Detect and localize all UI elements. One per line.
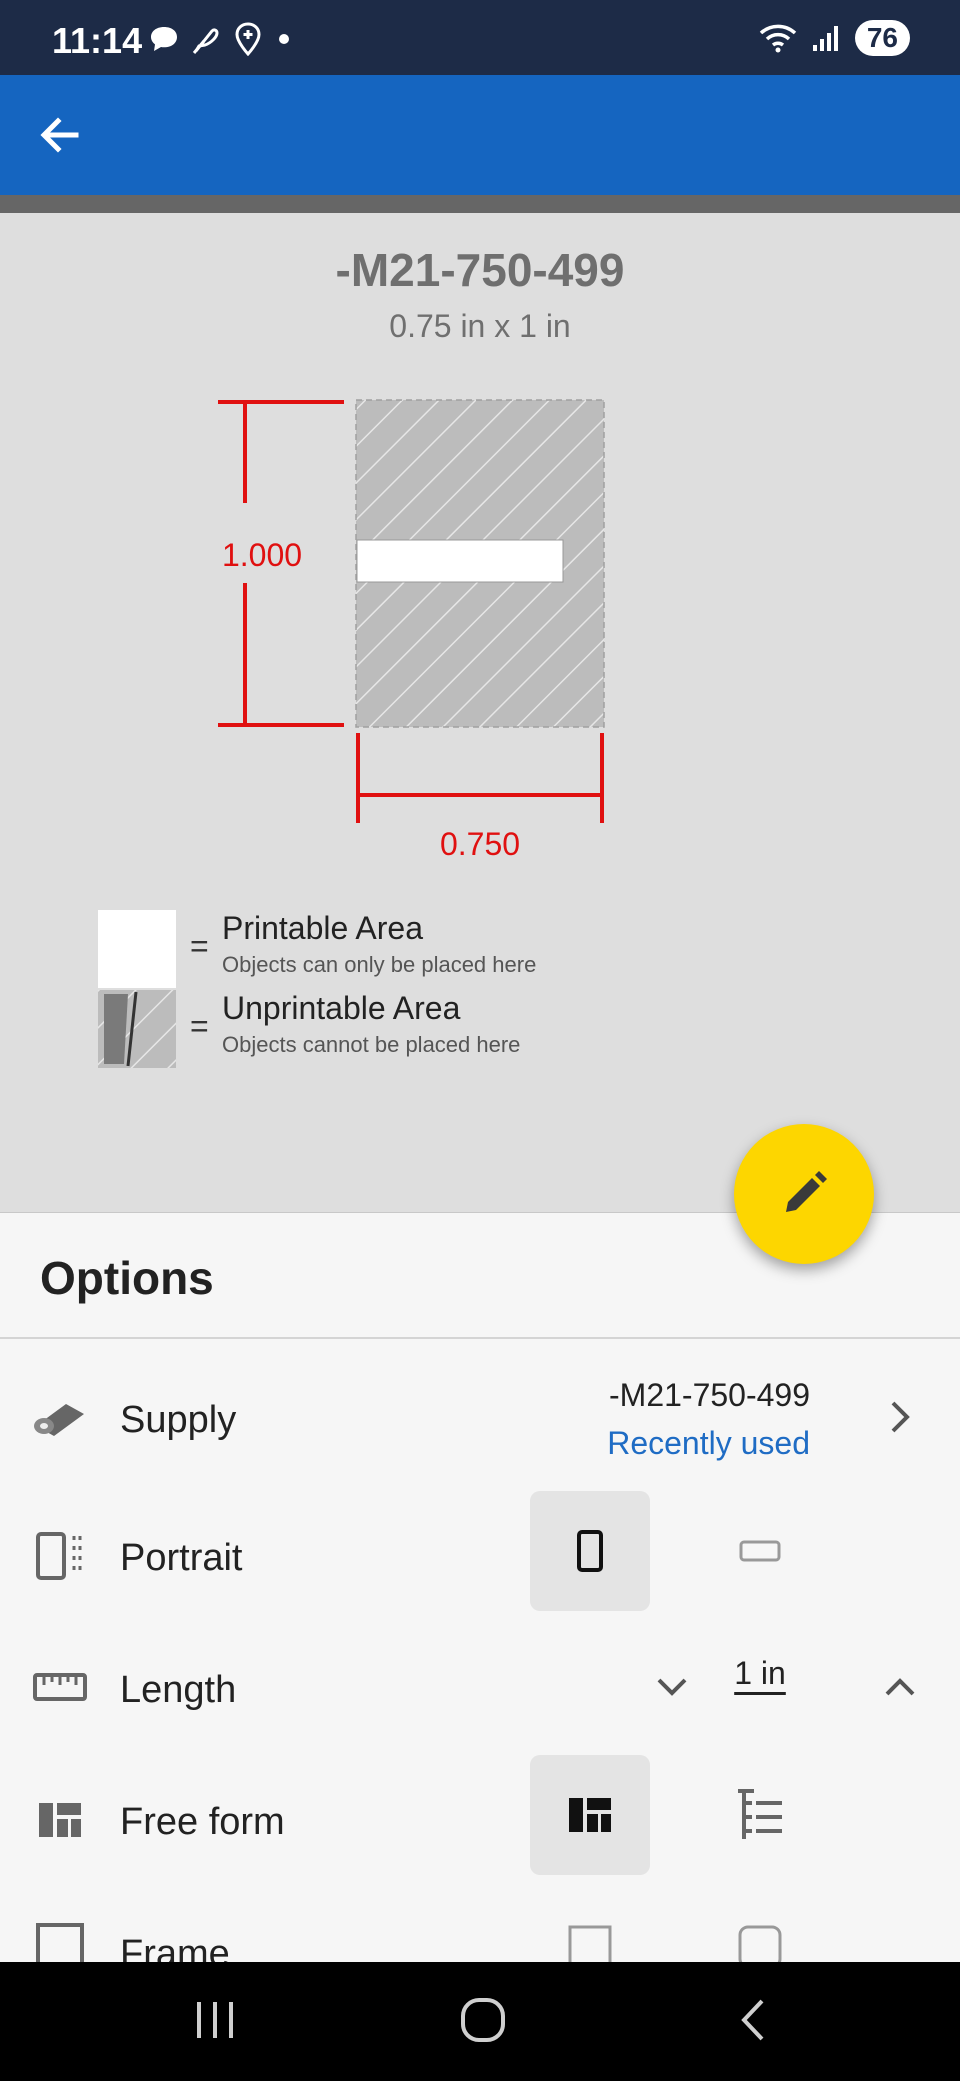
chevron-down-icon xyxy=(657,1678,687,1696)
landscape-button[interactable] xyxy=(700,1491,820,1611)
chat-bubble-icon xyxy=(151,27,177,51)
printable-title: Printable Area xyxy=(222,910,424,946)
system-back-button[interactable] xyxy=(718,1990,788,2050)
location-pin-icon xyxy=(235,22,261,56)
unprintable-subtitle: Objects cannot be placed here xyxy=(222,1032,521,1057)
width-dimension-label: 0.750 xyxy=(440,826,520,862)
ruler-icon xyxy=(30,1658,90,1718)
frame-icon xyxy=(30,1917,90,1962)
orientation-icon xyxy=(30,1526,90,1586)
pencil-icon xyxy=(786,1171,827,1212)
status-notification-icons xyxy=(148,22,294,56)
orientation-label: Portrait xyxy=(120,1537,243,1579)
status-bar: 11:14 76 xyxy=(0,0,960,75)
unprintable-title: Unprintable Area xyxy=(222,990,461,1026)
list-layout-icon xyxy=(738,1789,782,1839)
printable-swatch xyxy=(98,910,176,988)
app-bar-divider xyxy=(0,195,960,213)
battery-level: 76 xyxy=(854,20,910,56)
label-diagram: 1.000 0.750 xyxy=(218,399,605,862)
back-button[interactable] xyxy=(30,105,90,165)
recents-icon xyxy=(197,2002,233,2038)
status-system-icons: 76 xyxy=(759,20,910,56)
options-title: Options xyxy=(40,1252,214,1304)
legend-equals: = xyxy=(190,1008,209,1044)
free-form-button[interactable] xyxy=(530,1755,650,1875)
home-button[interactable] xyxy=(448,1990,518,2050)
portrait-button[interactable] xyxy=(530,1491,650,1611)
legend-equals: = xyxy=(190,928,209,964)
square-frame-icon xyxy=(568,1925,612,1962)
height-dimension-label: 1.000 xyxy=(222,537,302,573)
back-icon xyxy=(741,1999,764,2041)
recents-button[interactable] xyxy=(180,1990,250,2050)
length-increase-button[interactable] xyxy=(880,1667,920,1707)
signal-icon xyxy=(812,26,838,51)
list-layout-button[interactable] xyxy=(700,1755,820,1875)
length-decrease-button[interactable] xyxy=(652,1667,692,1707)
frame-label: Frame xyxy=(120,1933,230,1962)
frame-rounded-button[interactable] xyxy=(700,1887,820,1962)
free-form-layout-icon xyxy=(569,1798,611,1832)
portrait-icon xyxy=(577,1530,603,1572)
length-label: Length xyxy=(120,1669,237,1711)
feather-icon xyxy=(192,28,219,54)
status-time: 11:14 xyxy=(52,20,143,61)
system-nav-bar xyxy=(0,1962,960,2081)
width-dimension xyxy=(356,733,604,823)
supply-recently-used[interactable]: Recently used xyxy=(540,1425,810,1462)
app-bar xyxy=(0,75,960,195)
dot-icon xyxy=(279,34,289,44)
printable-subtitle: Objects can only be placed here xyxy=(222,952,537,977)
edit-fab[interactable] xyxy=(734,1124,874,1264)
layout-row: Free form xyxy=(0,1755,960,1885)
frame-row: Frame xyxy=(0,1887,960,1962)
label-preview: -M21-750-499 0.75 in x 1 in 1.000 0.750 xyxy=(0,213,960,1213)
length-row: Length 1 in xyxy=(0,1623,960,1753)
rounded-frame-icon xyxy=(738,1925,782,1962)
supply-label: Supply xyxy=(120,1399,237,1441)
layout-label: Free form xyxy=(120,1801,285,1843)
frame-square-button[interactable] xyxy=(530,1887,650,1962)
unprintable-swatch xyxy=(98,990,176,1068)
length-value[interactable]: 1 in xyxy=(710,1655,810,1692)
supply-value: -M21-750-499 xyxy=(609,1377,810,1413)
wifi-icon xyxy=(759,24,797,53)
home-icon xyxy=(461,1998,505,2042)
orientation-row: Portrait xyxy=(0,1491,960,1621)
printable-area xyxy=(356,539,564,583)
chevron-up-icon xyxy=(885,1678,915,1696)
supply-row[interactable]: Supply -M21-750-499 Recently used xyxy=(0,1353,960,1483)
free-form-icon xyxy=(30,1790,90,1850)
options-sheet: Options Supply -M21-750-499 Recently use… xyxy=(0,1212,960,1962)
supply-roll-icon xyxy=(30,1388,90,1448)
chevron-right-icon xyxy=(880,1397,920,1437)
arrow-back-icon xyxy=(40,117,79,153)
landscape-icon xyxy=(739,1540,781,1562)
